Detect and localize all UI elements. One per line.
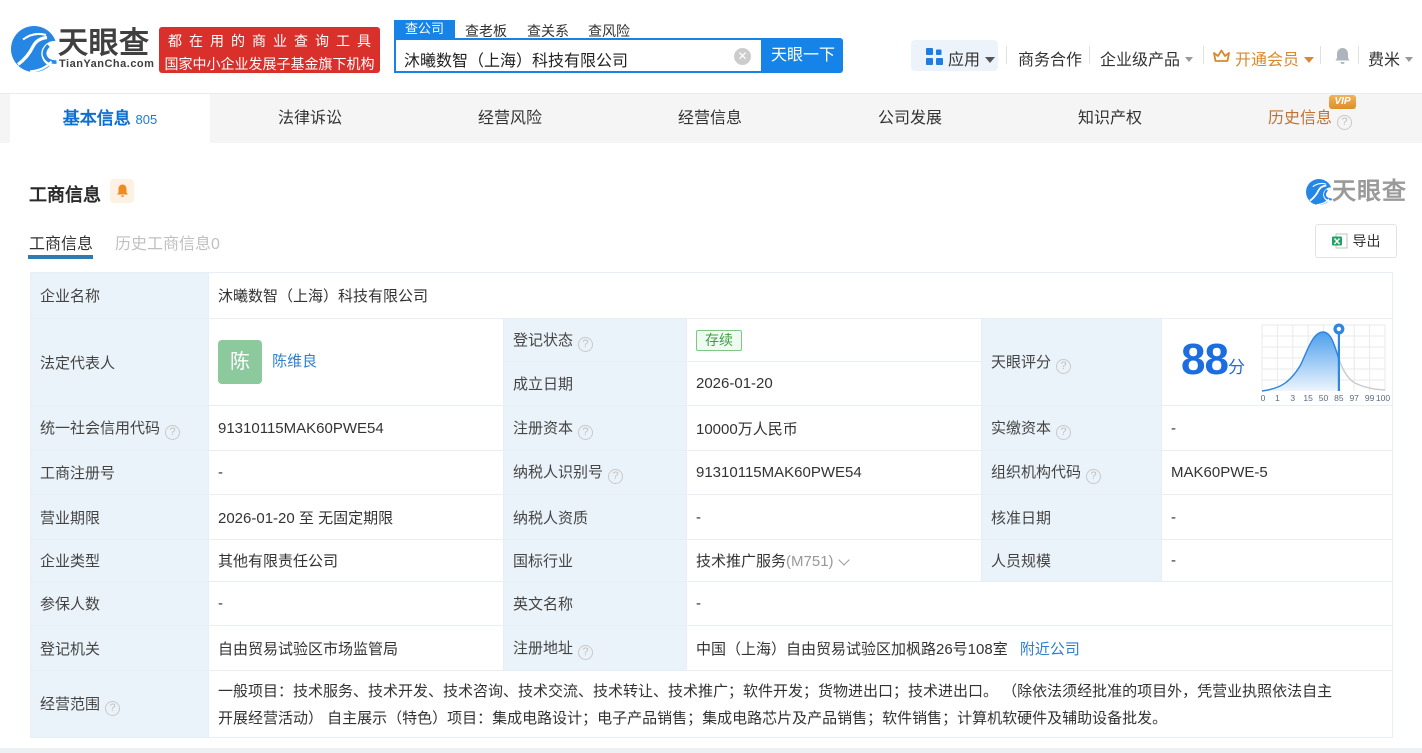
svg-text:99: 99 — [1365, 393, 1375, 402]
svg-text:100: 100 — [1376, 393, 1390, 402]
svg-text:0: 0 — [1261, 393, 1266, 402]
svg-text:15: 15 — [1303, 393, 1313, 402]
svg-text:3: 3 — [1290, 393, 1295, 402]
svg-text:85: 85 — [1334, 393, 1344, 402]
svg-text:97: 97 — [1349, 393, 1359, 402]
svg-text:50: 50 — [1319, 393, 1329, 402]
svg-text:1: 1 — [1275, 393, 1280, 402]
